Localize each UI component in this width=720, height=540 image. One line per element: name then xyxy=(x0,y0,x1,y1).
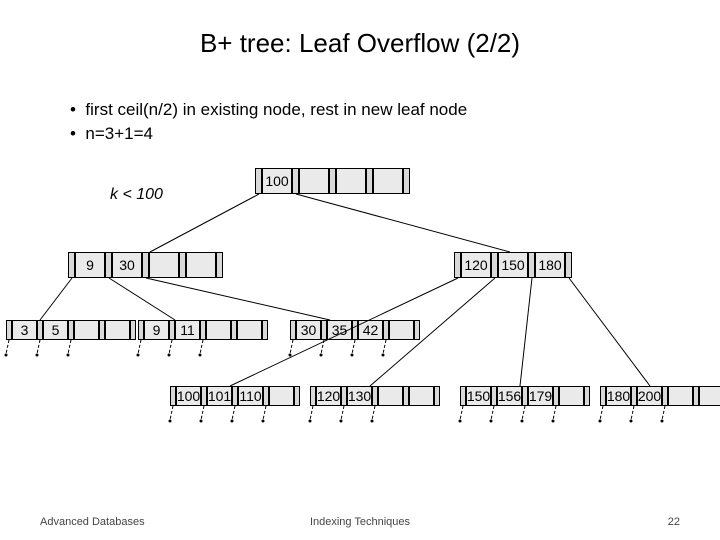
bullets: • first ceil(n/2) in existing node, rest… xyxy=(70,100,467,148)
annotation-k-lt-100: k < 100 xyxy=(110,186,163,204)
bullet-2: • n=3+1=4 xyxy=(70,124,467,144)
internal-left: 9 30 xyxy=(68,252,223,278)
leaf-1: 3 5 xyxy=(6,320,136,340)
leaf-6: 150 156 179 xyxy=(460,386,590,406)
page-title: B+ tree: Leaf Overflow (2/2) xyxy=(0,28,720,59)
leaf-3: 30 35 42 xyxy=(290,320,420,340)
footer-right: 22 xyxy=(668,516,680,528)
footer-center: Indexing Techniques xyxy=(0,516,720,528)
leaf-5: 120 130 xyxy=(310,386,440,406)
bullet-1: • first ceil(n/2) in existing node, rest… xyxy=(70,100,467,120)
internal-right: 120 150 180 xyxy=(454,252,572,278)
leaf-7: 180 200 xyxy=(600,386,720,406)
leaf-2: 9 11 xyxy=(138,320,268,340)
leaf-4: 100 101 110 xyxy=(170,386,300,406)
root-node: 100 xyxy=(255,168,410,194)
